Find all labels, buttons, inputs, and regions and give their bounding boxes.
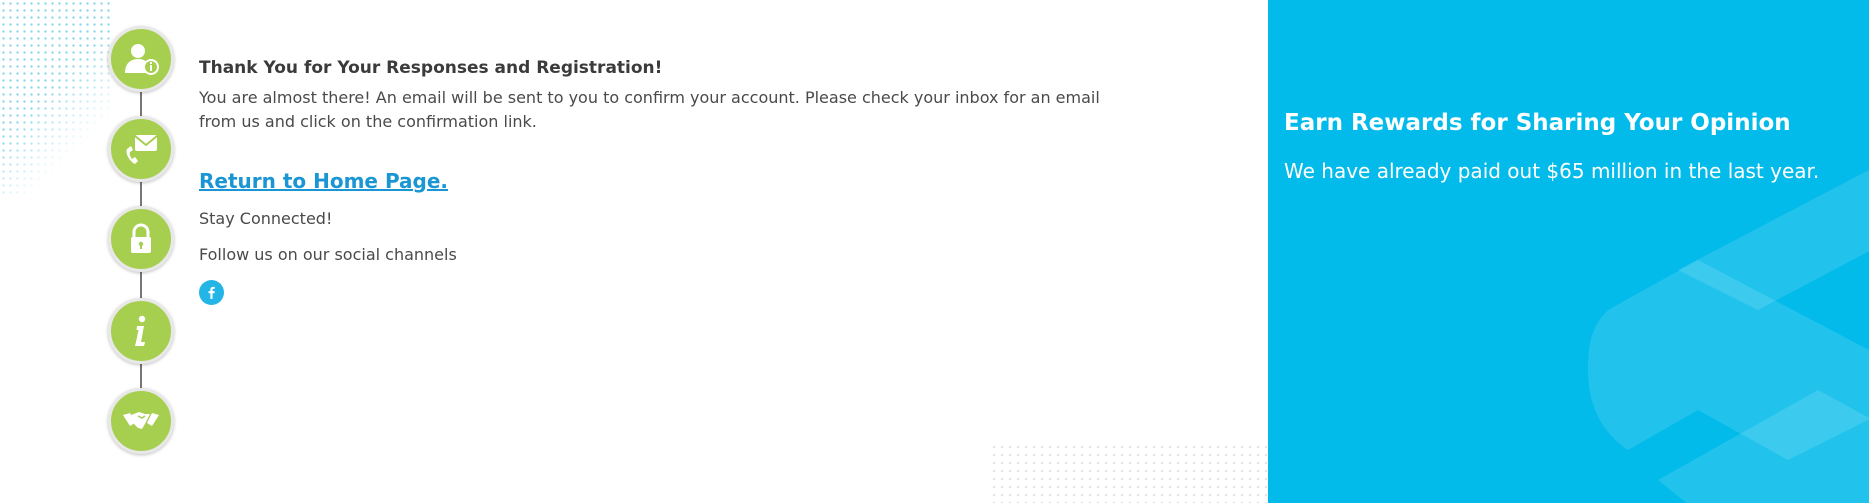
facebook-icon: [208, 286, 215, 299]
facebook-link[interactable]: [199, 280, 224, 305]
user-info-icon: [125, 44, 159, 75]
stay-connected-text: Stay Connected!: [199, 209, 333, 228]
promo-background-shape: [1588, 169, 1869, 503]
return-home-link[interactable]: Return to Home Page.: [199, 169, 448, 193]
progress-timeline: [108, 26, 174, 456]
promo-title: Earn Rewards for Sharing Your Opinion: [1284, 110, 1791, 136]
promo-panel: Earn Rewards for Sharing Your Opinion We…: [1268, 0, 1869, 503]
step-security: [108, 206, 174, 272]
email-phone-icon: [126, 135, 158, 164]
confirmation-title: Thank You for Your Responses and Registr…: [199, 58, 663, 78]
follow-social-text: Follow us on our social channels: [199, 245, 457, 264]
step-info: [108, 298, 174, 364]
confirmation-message: You are almost there! An email will be s…: [199, 88, 1100, 131]
decorative-dots-top-left: [0, 0, 110, 195]
promo-subtitle: We have already paid out $65 million in …: [1284, 159, 1820, 183]
decorative-dots-bottom: [990, 443, 1270, 503]
step-email: [108, 116, 174, 182]
step-agreement: [108, 388, 174, 454]
confirmation-panel: Thank You for Your Responses and Registr…: [199, 58, 1119, 305]
step-profile: [108, 26, 174, 92]
info-icon: [135, 315, 146, 346]
handshake-icon: [123, 412, 159, 429]
lock-icon: [131, 223, 151, 253]
